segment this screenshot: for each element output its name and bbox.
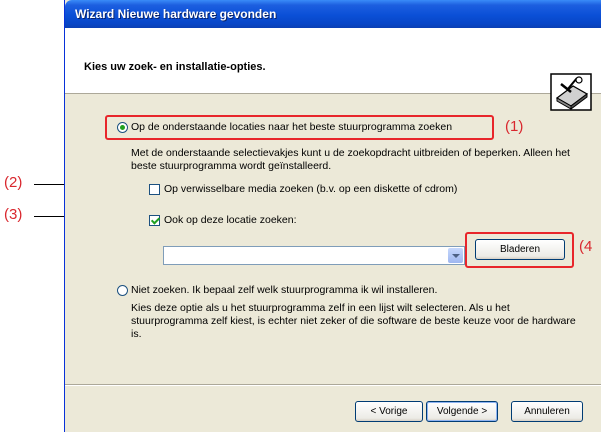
- wizard-window: Wizard Nieuwe hardware gevonden Kies uw …: [64, 0, 601, 432]
- page-heading: Kies uw zoek- en installatie-opties.: [84, 61, 266, 73]
- chevron-down-icon[interactable]: [448, 248, 463, 263]
- search-radio-label[interactable]: Op de onderstaande locaties naar het bes…: [131, 121, 452, 133]
- wizard-content: Op de onderstaande locaties naar het bes…: [65, 94, 601, 384]
- location-checkbox[interactable]: [149, 215, 160, 226]
- title-bar[interactable]: Wizard Nieuwe hardware gevonden: [65, 0, 601, 28]
- search-description: Met de onderstaande selectievakjes kunt …: [131, 147, 570, 172]
- back-button[interactable]: < Vorige: [355, 401, 423, 422]
- window-title: Wizard Nieuwe hardware gevonden: [75, 7, 277, 21]
- callout-3: (3): [4, 206, 23, 223]
- callout-2: (2): [4, 174, 23, 191]
- cancel-button[interactable]: Annuleren: [511, 401, 583, 422]
- no-search-radio-label[interactable]: Niet zoeken. Ik bepaal zelf welk stuurpr…: [131, 284, 437, 296]
- location-combobox[interactable]: [163, 246, 465, 265]
- next-button[interactable]: Volgende >: [426, 401, 498, 422]
- no-search-radio[interactable]: [117, 285, 128, 296]
- callout-4: (4: [579, 238, 593, 255]
- no-search-description: Kies deze optie als u het stuurprogramma…: [131, 302, 576, 340]
- location-checkbox-label[interactable]: Ook op deze locatie zoeken:: [164, 214, 297, 226]
- removable-media-checkbox[interactable]: [149, 184, 160, 195]
- footer-divider: [65, 384, 601, 386]
- search-radio[interactable]: [117, 122, 128, 133]
- callout-1: (1): [505, 118, 524, 135]
- removable-media-label[interactable]: Op verwisselbare media zoeken (b.v. op e…: [164, 183, 457, 195]
- browse-button[interactable]: Bladeren: [475, 239, 565, 260]
- wizard-header: Kies uw zoek- en installatie-opties.: [65, 28, 601, 111]
